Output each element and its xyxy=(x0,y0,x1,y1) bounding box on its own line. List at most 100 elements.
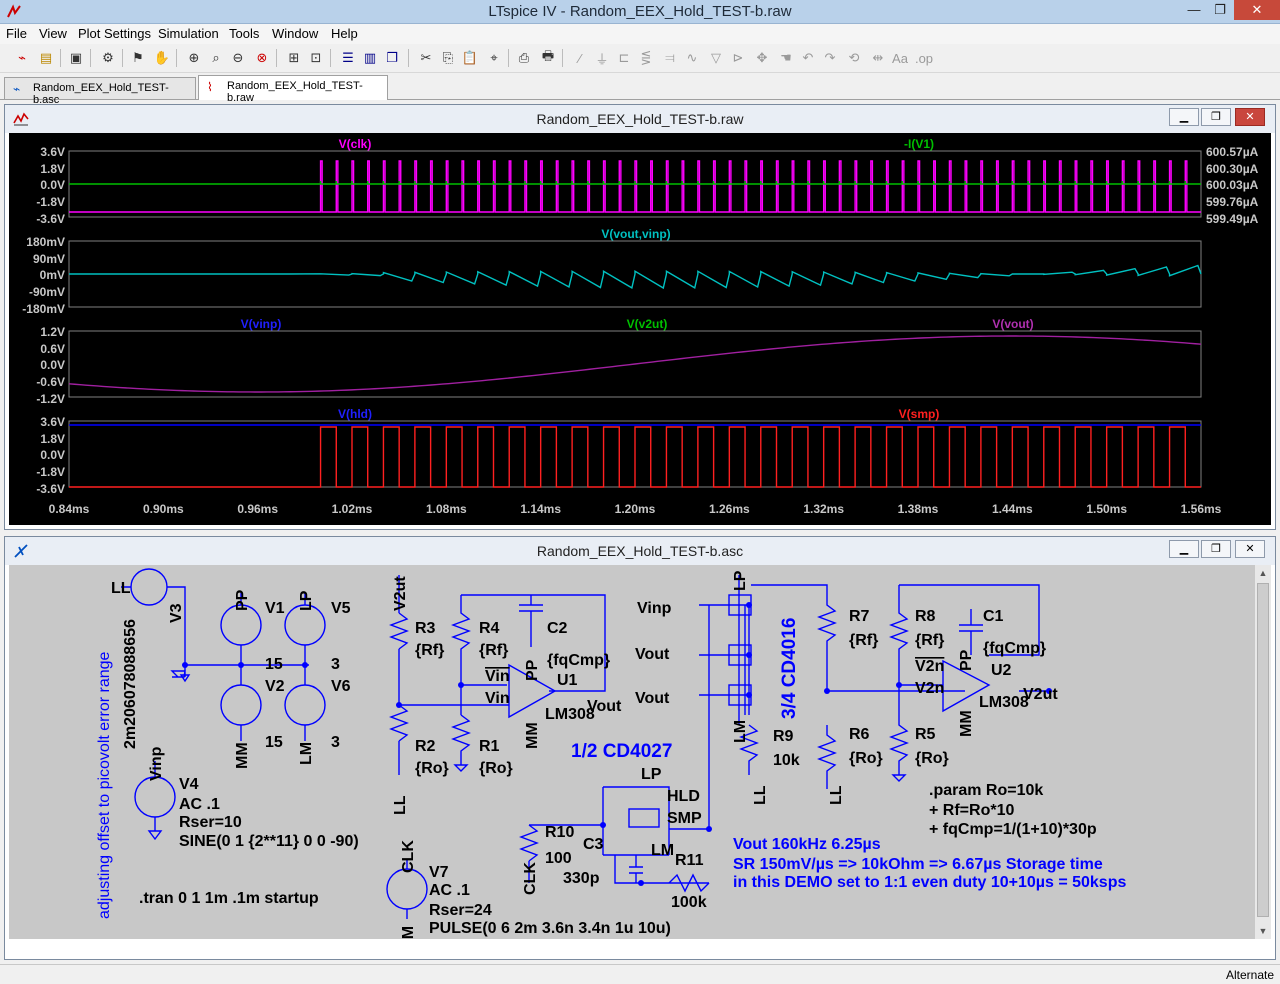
drag-icon[interactable]: ☚ xyxy=(776,48,796,68)
print-icon[interactable]: 🖶 xyxy=(538,48,558,68)
p3-ytick: 1.2V xyxy=(40,325,65,339)
trace-iv1 xyxy=(69,181,1201,185)
trace-label-vinp[interactable]: V(vinp) xyxy=(241,317,282,331)
trace-vout-vinp xyxy=(69,264,1202,290)
waveform-minimize-button[interactable]: ▁ xyxy=(1169,108,1199,126)
directive-param-ro[interactable]: .param Ro=10k xyxy=(929,782,1043,799)
p4-ytick: -3.6V xyxy=(36,482,65,496)
cascade-icon[interactable]: ❐ xyxy=(382,48,402,68)
ground-icon[interactable]: ⏚ xyxy=(592,48,612,68)
directive-param-rf[interactable]: + Rf=Ro*10 xyxy=(929,802,1014,819)
v4-source-symbol[interactable] xyxy=(134,776,176,818)
trace-label-vsmp[interactable]: V(smp) xyxy=(899,407,940,421)
label-r2: R2 xyxy=(415,738,436,755)
directive-tran[interactable]: .tran 0 1 1m .1m startup xyxy=(139,890,319,907)
schematic-canvas[interactable]: LL V3 V1 PP V5 LP 15 3 V2 V6 15 3 MM LM … xyxy=(9,565,1255,939)
menu-tools[interactable]: Tools xyxy=(229,26,259,41)
minimize-button[interactable]: — xyxy=(1180,0,1208,20)
zoom-fit-icon[interactable]: ⊗ xyxy=(252,48,272,68)
spice-directive-icon[interactable]: .op xyxy=(914,48,934,68)
print-setup-icon[interactable]: ⎙ xyxy=(514,48,534,68)
app-title-bar: LTspice IV - Random_EEX_Hold_TEST-b.raw … xyxy=(0,0,1280,24)
label-ll1: LL xyxy=(111,580,131,597)
trace-label-iv1[interactable]: -I(V1) xyxy=(904,137,934,151)
pan-hand-icon[interactable]: ✋ xyxy=(152,48,172,68)
x-tick-label: 1.56ms xyxy=(1181,502,1222,516)
p1-ytick: 0.0V xyxy=(40,178,65,192)
save-icon[interactable]: ▣ xyxy=(66,48,86,68)
scroll-up-icon[interactable]: ▲ xyxy=(1255,565,1271,581)
tab-schematic[interactable]: ⌁ Random_EEX_Hold_TEST-b.asc xyxy=(4,77,196,106)
trace-vclk xyxy=(69,160,1201,213)
find-icon[interactable]: ⌖ xyxy=(484,48,504,68)
fit-plot-icon[interactable]: ⊡ xyxy=(306,48,326,68)
schematic-icon: ⌁ xyxy=(13,82,21,96)
menu-plot-settings[interactable]: Plot Settings xyxy=(78,26,151,41)
label-pp1: PP xyxy=(234,589,251,611)
menu-simulation[interactable]: Simulation xyxy=(158,26,219,41)
schematic-vertical-scrollbar[interactable]: ▲ ▼ xyxy=(1255,565,1271,939)
trace-label-v2ut[interactable]: V(v2ut) xyxy=(627,317,668,331)
label-net-icon[interactable]: ⊏ xyxy=(614,48,634,68)
wire-icon[interactable]: ∕ xyxy=(570,48,590,68)
label-cd4016: 3/4 CD4016 xyxy=(779,618,800,719)
tab-waveform[interactable]: ⌇ Random_EEX_Hold_TEST-b.raw xyxy=(198,75,388,104)
comment-slew-rate: SR 150mV/µs => 10kOhm => 6.67µs Storage … xyxy=(733,856,1103,873)
trace-label-vout[interactable]: V(vout) xyxy=(992,317,1033,331)
capacitor-icon[interactable]: ⫤ xyxy=(660,48,680,68)
scroll-down-icon[interactable]: ▼ xyxy=(1255,923,1271,939)
trace-label-vhld[interactable]: V(hld) xyxy=(338,407,372,421)
menu-file[interactable]: File xyxy=(6,26,27,41)
v2-source-symbol[interactable] xyxy=(220,684,262,726)
scroll-thumb[interactable] xyxy=(1257,583,1269,917)
p3-ytick: -0.6V xyxy=(36,375,65,389)
trace-label-vout-vinp[interactable]: V(vout,vinp) xyxy=(601,227,670,241)
label-vinp-v4: Vinp xyxy=(148,746,165,781)
label-vinp-switch: Vinp xyxy=(637,600,672,617)
run-icon[interactable]: ⚑ xyxy=(128,48,148,68)
directive-param-fqcmp[interactable]: + fqCmp=1/(1+10)*30p xyxy=(929,821,1097,838)
move-icon[interactable]: ✥ xyxy=(752,48,772,68)
schematic-minimize-button[interactable]: ▁ xyxy=(1169,540,1199,558)
menu-view[interactable]: View xyxy=(39,26,67,41)
menu-help[interactable]: Help xyxy=(331,26,358,41)
resistor-icon[interactable]: ⋚ xyxy=(636,48,656,68)
zoom-in-icon[interactable]: ⊕ xyxy=(184,48,204,68)
component-icon[interactable]: ⊳ xyxy=(728,48,748,68)
close-button[interactable]: ✕ xyxy=(1234,0,1280,20)
text-icon[interactable]: Aa xyxy=(890,48,910,68)
zoom-pan-icon[interactable]: ⌕ xyxy=(206,48,226,68)
new-schematic-icon[interactable]: ⌁ xyxy=(12,48,32,68)
schematic-close-button[interactable]: ✕ xyxy=(1235,540,1265,558)
inductor-icon[interactable]: ∿ xyxy=(682,48,702,68)
tile-horizontal-icon[interactable]: ☰ xyxy=(338,48,358,68)
undo-icon[interactable]: ↶ xyxy=(798,48,818,68)
cut-icon[interactable]: ✂ xyxy=(416,48,436,68)
menu-window[interactable]: Window xyxy=(272,26,318,41)
copy-icon[interactable]: ⎘ xyxy=(438,48,458,68)
x-tick-label: 1.14ms xyxy=(520,502,561,516)
diode-icon[interactable]: ▽ xyxy=(706,48,726,68)
rotate-icon[interactable]: ⟲ xyxy=(844,48,864,68)
tile-vertical-icon[interactable]: ▥ xyxy=(360,48,380,68)
label-vout-u1: Vout xyxy=(587,698,622,715)
waveform-close-button[interactable]: ✕ xyxy=(1235,108,1265,126)
v3-source-symbol[interactable] xyxy=(130,568,168,606)
plot-area[interactable]: 3.6V 1.8V 0.0V -1.8V -3.6V 600.57µA 600.… xyxy=(9,133,1271,525)
zoom-out-icon[interactable]: ⊖ xyxy=(228,48,248,68)
v6-source-symbol[interactable] xyxy=(284,684,326,726)
v7-source-symbol[interactable] xyxy=(386,868,428,910)
p4-ytick: 0.0V xyxy=(40,448,65,462)
schematic-restore-button[interactable]: ❐ xyxy=(1201,540,1231,558)
mirror-icon[interactable]: ⇹ xyxy=(868,48,888,68)
waveform-restore-button[interactable]: ❐ xyxy=(1201,108,1231,126)
cd4027-flipflop-symbol[interactable] xyxy=(628,808,660,828)
paste-icon[interactable]: 📋 xyxy=(460,48,480,68)
autorange-icon[interactable]: ⊞ xyxy=(284,48,304,68)
restore-button[interactable]: ❐ xyxy=(1206,0,1234,20)
redo-icon[interactable]: ↷ xyxy=(820,48,840,68)
open-icon[interactable]: ▤ xyxy=(36,48,56,68)
control-panel-icon[interactable]: ⚙ xyxy=(98,48,118,68)
trace-label-vclk[interactable]: V(clk) xyxy=(339,137,372,151)
label-r4: R4 xyxy=(479,620,500,637)
